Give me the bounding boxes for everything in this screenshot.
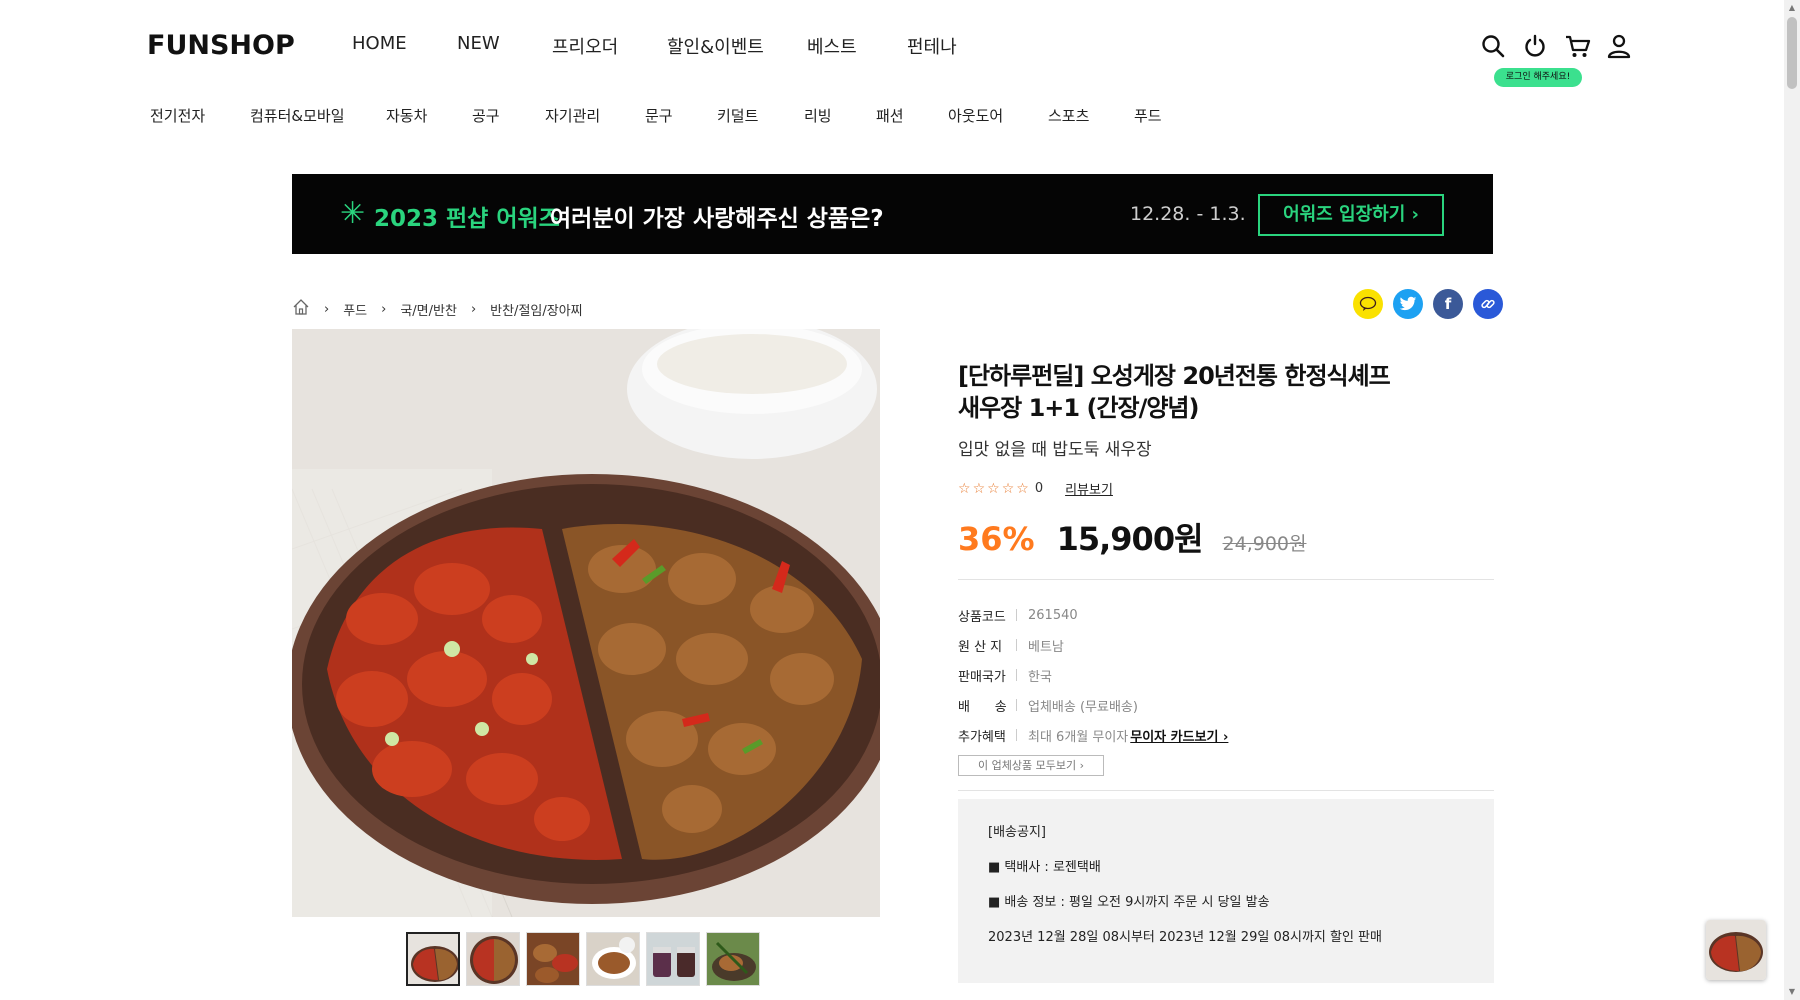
info-value: 한국 xyxy=(1028,669,1052,685)
login-tooltip: 로그인 해주세요! xyxy=(1494,68,1582,87)
product-info-table: 상품코드 261540 원 산 지 베트남 판매국가 한국 배 송 업체배송 (… xyxy=(958,600,1494,750)
scrollbar-thumb[interactable] xyxy=(1787,17,1797,89)
star-empty-icon: ☆ xyxy=(958,480,971,497)
asterisk-icon: ✳ xyxy=(340,196,366,231)
link-icon[interactable] xyxy=(1473,289,1503,319)
scroll-up-icon[interactable]: ▲ xyxy=(1784,0,1800,16)
user-icon[interactable] xyxy=(1606,33,1634,61)
shipping-notice: [배송공지] ■ 택배사 : 로젠택배 ■ 배송 정보 : 평일 오전 9시까지… xyxy=(958,799,1494,983)
info-label: 추가혜택 xyxy=(958,729,1006,745)
info-label: 판매국가 xyxy=(958,669,1006,685)
category-item[interactable]: 스포츠 xyxy=(1048,105,1089,126)
star-empty-icon: ☆ xyxy=(972,480,986,497)
card-benefit-link[interactable]: 무이자 카드보기 › xyxy=(1130,730,1228,745)
info-row: 판매국가 한국 xyxy=(958,660,1494,690)
category-item[interactable]: 아웃도어 xyxy=(948,105,1003,126)
category-item[interactable]: 자기관리 xyxy=(545,105,600,126)
thumbnail[interactable] xyxy=(706,932,760,986)
power-icon[interactable] xyxy=(1522,33,1550,61)
banner-subtitle: 여러분이 가장 사랑해주신 상품은? xyxy=(550,206,884,232)
review-count: 0 xyxy=(1034,481,1044,496)
breadcrumb-item[interactable]: 국/면/반찬 xyxy=(400,300,457,319)
chevron-right-icon: › xyxy=(324,301,330,317)
divider xyxy=(958,790,1494,791)
star-empty-icon: ☆ xyxy=(1001,480,1015,497)
awards-banner[interactable]: ✳ 2023 펀샵 어워즈 여러분이 가장 사랑해주신 상품은? 12.28. … xyxy=(292,174,1493,254)
category-item[interactable]: 푸드 xyxy=(1134,105,1162,126)
nav-event[interactable]: 할인&이벤트 xyxy=(667,33,764,59)
breadcrumb-item[interactable]: 푸드 xyxy=(343,300,367,319)
sale-price: 15,900원 xyxy=(1056,520,1204,558)
product-main-image[interactable] xyxy=(292,329,880,917)
info-value: 최대 6개월 무이자 무이자 카드보기 › xyxy=(1028,726,1228,745)
category-item[interactable]: 전기전자 xyxy=(150,105,205,126)
logo[interactable]: FUNSHOP xyxy=(147,30,295,61)
category-item[interactable]: 패션 xyxy=(876,105,904,126)
scrollbar[interactable]: ▲ ▼ xyxy=(1784,0,1800,1000)
notice-line: ■ 택배사 : 로젠택배 xyxy=(988,860,1101,875)
price-block: 36% 15,900원 24,900원 xyxy=(958,514,1307,560)
original-price: 24,900원 xyxy=(1222,533,1307,555)
info-label: 상품코드 xyxy=(958,609,1006,625)
info-value: 베트남 xyxy=(1028,639,1064,655)
twitter-icon[interactable] xyxy=(1393,289,1423,319)
info-label: 원 산 지 xyxy=(958,639,1003,655)
thumbnail[interactable] xyxy=(586,932,640,986)
breadcrumb-item[interactable]: 반찬/절임/장아찌 xyxy=(490,300,582,319)
info-value: 261540 xyxy=(1028,607,1078,623)
nav-funtenna[interactable]: 펀테나 xyxy=(907,33,957,59)
discount-rate: 36% xyxy=(958,520,1035,558)
info-row: 배 송 업체배송 (무료배송) xyxy=(958,690,1494,720)
thumbnail[interactable] xyxy=(406,932,460,986)
search-icon[interactable] xyxy=(1480,33,1508,61)
scroll-down-icon[interactable]: ▼ xyxy=(1784,984,1800,1000)
seller-products-button[interactable]: 이 업체상품 모두보기 › xyxy=(958,755,1104,776)
nav-new[interactable]: NEW xyxy=(457,33,500,54)
awards-enter-button[interactable]: 어워즈 입장하기 › xyxy=(1258,194,1444,236)
banner-title: 2023 펀샵 어워즈 xyxy=(374,206,560,232)
nav-preorder[interactable]: 프리오더 xyxy=(552,33,618,59)
nav-home[interactable]: HOME xyxy=(352,33,407,54)
product-title-line: 새우장 1+1 (간장/양념) xyxy=(958,394,1199,422)
info-row: 원 산 지 베트남 xyxy=(958,630,1494,660)
chevron-right-icon: › xyxy=(470,301,477,317)
notice-line: 2023년 12월 28일 08시부터 2023년 12월 29일 08시까지 … xyxy=(988,930,1382,945)
chevron-right-icon: › xyxy=(381,301,387,317)
category-item[interactable]: 자동차 xyxy=(386,105,427,126)
info-label: 배 송 xyxy=(958,699,1007,715)
notice-title: [배송공지] xyxy=(988,825,1046,840)
info-row: 상품코드 261540 xyxy=(958,600,1494,630)
product-title-line: [단하루펀딜] 오성게장 20년전통 한정식셰프 xyxy=(958,362,1391,390)
cart-icon[interactable] xyxy=(1564,33,1592,61)
banner-date: 12.28. - 1.3. xyxy=(1130,203,1246,225)
breadcrumb: › 푸드 › 국/면/반찬 › 반찬/절임/장아찌 xyxy=(292,299,583,319)
benefit-text: 최대 6개월 무이자 xyxy=(1028,729,1129,745)
header-utils xyxy=(1480,33,1640,63)
thumbnail[interactable] xyxy=(646,932,700,986)
category-item[interactable]: 컴퓨터&모바일 xyxy=(250,105,345,126)
category-item[interactable]: 키덜트 xyxy=(717,105,758,126)
info-row: 추가혜택 최대 6개월 무이자 무이자 카드보기 › xyxy=(958,720,1494,750)
nav-best[interactable]: 베스트 xyxy=(807,33,857,59)
divider xyxy=(958,579,1494,580)
thumbnail[interactable] xyxy=(526,932,580,986)
thumbnail[interactable] xyxy=(466,932,520,986)
home-icon[interactable] xyxy=(292,298,310,320)
product-title: [단하루펀딜] 오성게장 20년전통 한정식셰프 새우장 1+1 (간장/양념) xyxy=(958,360,1458,424)
rating: ☆ ☆ ☆ ☆ ☆ 0 리뷰보기 xyxy=(958,479,1113,499)
facebook-icon[interactable]: f xyxy=(1433,289,1463,319)
category-item[interactable]: 리빙 xyxy=(804,105,832,126)
category-item[interactable]: 공구 xyxy=(472,105,500,126)
review-link[interactable]: 리뷰보기 xyxy=(1065,479,1113,498)
talk-icon[interactable] xyxy=(1353,289,1383,319)
notice-line: ■ 배송 정보 : 평일 오전 9시까지 주문 시 당일 발송 xyxy=(988,895,1270,910)
thumbnail-list xyxy=(406,932,766,986)
star-empty-icon: ☆ xyxy=(1016,480,1029,497)
recent-item-thumbnail[interactable] xyxy=(1706,920,1766,980)
share-buttons: f xyxy=(1343,289,1503,319)
info-value: 업체배송 (무료배송) xyxy=(1028,699,1138,715)
star-empty-icon: ☆ xyxy=(987,480,1000,497)
category-item[interactable]: 문구 xyxy=(645,105,673,126)
product-description: 입맛 없을 때 밥도둑 새우장 xyxy=(958,440,1152,460)
